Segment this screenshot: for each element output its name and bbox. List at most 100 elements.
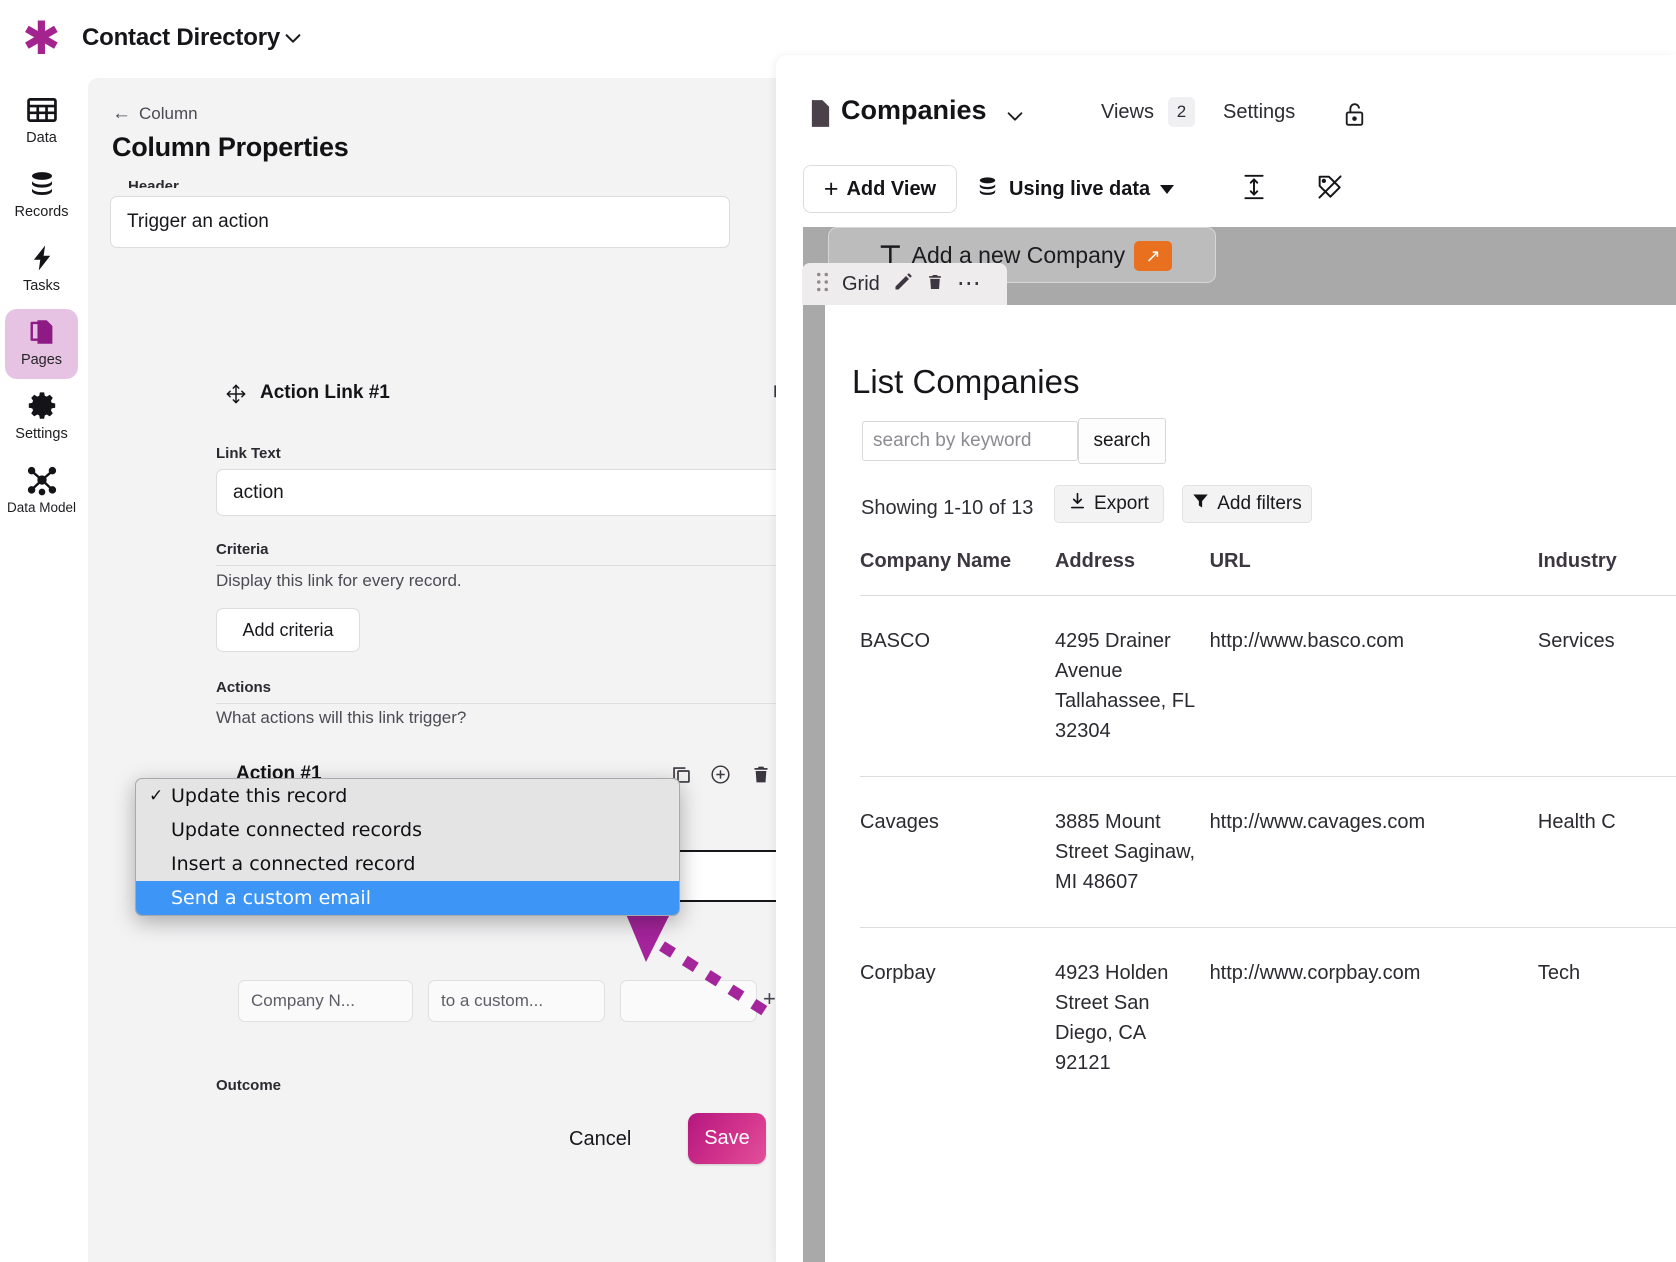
table-row[interactable]: Cavages 3885 Mount Street Saginaw, MI 48…	[860, 777, 1676, 928]
pages-icon	[5, 315, 78, 351]
pencil-icon[interactable]	[893, 272, 913, 297]
column-properties-panel: ←Column Column Properties Header Trigger…	[88, 78, 776, 1262]
cell-company-name: Cavages	[860, 777, 1055, 928]
cell-address: 4923 Holden Street San Diego, CA 92121	[1055, 928, 1210, 1109]
sidebar-label-data: Data	[5, 130, 78, 146]
data-model-icon	[0, 463, 83, 499]
unlock-icon[interactable]	[1342, 100, 1367, 134]
cell-address: 3885 Mount Street Saginaw, MI 48607	[1055, 777, 1210, 928]
outcome-label: Outcome	[216, 1077, 281, 1094]
chevron-down-icon[interactable]	[282, 27, 304, 49]
sidebar-item-records[interactable]: Records	[5, 161, 78, 231]
action-link-title: Action Link #1	[260, 382, 390, 404]
add-new-badge-icon: ↗	[1134, 241, 1172, 271]
lightning-icon	[5, 241, 78, 277]
sidebar-item-tasks[interactable]: Tasks	[5, 235, 78, 305]
list-companies-card: List Companies search by keyword search …	[803, 305, 1676, 1262]
add-filters-label: Add filters	[1217, 493, 1301, 515]
drag-handle-icon[interactable]	[816, 272, 829, 297]
cell-company-name: Corpbay	[860, 928, 1055, 1109]
views-count-badge: 2	[1168, 97, 1195, 127]
chevron-down-icon	[1160, 185, 1174, 194]
filter-icon	[1192, 492, 1209, 516]
export-label: Export	[1094, 493, 1149, 515]
search-input[interactable]: search by keyword	[862, 421, 1078, 461]
settings-tab[interactable]: Settings	[1223, 101, 1295, 124]
page-chevron-down-icon[interactable]	[1004, 105, 1026, 127]
table-row[interactable]: Corpbay 4923 Holden Street San Diego, CA…	[860, 928, 1676, 1109]
sidebar-label-records: Records	[5, 204, 78, 220]
gear-icon	[5, 389, 78, 425]
action-chip-value[interactable]	[620, 980, 757, 1022]
cell-address: 4295 Drainer Avenue Tallahassee, FL 3230…	[1055, 596, 1210, 777]
list-title: List Companies	[852, 363, 1079, 401]
delete-action-icon[interactable]	[751, 764, 771, 790]
sidebar-item-data-model[interactable]: Data Model	[0, 457, 83, 527]
add-action-icon[interactable]	[710, 764, 731, 790]
actions-divider	[216, 703, 798, 704]
back-to-column-link[interactable]: ←Column	[112, 103, 198, 125]
dropdown-option-send-a-custom-email[interactable]: Send a custom email	[136, 881, 679, 915]
asterisk-logo-icon: ✱	[22, 18, 60, 58]
action-chip-operator[interactable]: to a custom...	[428, 980, 605, 1022]
search-button[interactable]: search	[1078, 418, 1166, 464]
add-criteria-button[interactable]: Add criteria	[216, 608, 360, 652]
data-source-dropdown[interactable]: Using live data	[976, 165, 1174, 213]
vertical-resize-icon[interactable]	[1241, 173, 1267, 206]
criteria-divider	[216, 565, 798, 566]
preview-window: Companies Views 2 Settings + Add View	[776, 55, 1676, 1262]
dropdown-option-label: Send a custom email	[171, 887, 371, 909]
criteria-label: Criteria	[216, 541, 269, 558]
action-select-dropdown[interactable]: ✓ Update this record Update connected re…	[135, 778, 680, 916]
add-filters-button[interactable]: Add filters	[1182, 485, 1312, 523]
col-industry: Industry	[1538, 550, 1676, 596]
check-icon: ✓	[149, 779, 163, 813]
export-button[interactable]: Export	[1054, 485, 1164, 523]
no-label-icon[interactable]	[1316, 173, 1344, 206]
plus-icon: +	[824, 175, 839, 204]
sidebar-label-settings: Settings	[5, 426, 78, 442]
dropdown-option-update-this-record[interactable]: ✓ Update this record	[136, 779, 679, 813]
link-text-value: action	[233, 482, 284, 504]
cancel-button[interactable]: Cancel	[569, 1128, 631, 1151]
trash-icon[interactable]	[926, 272, 944, 297]
cell-company-name: BASCO	[860, 596, 1055, 777]
panel-footer: Cancel Save	[88, 1100, 776, 1210]
action-chip-field[interactable]: Company N...	[238, 980, 413, 1022]
table-row[interactable]: BASCO 4295 Drainer Avenue Tallahassee, F…	[860, 596, 1676, 777]
col-url: URL	[1210, 550, 1538, 596]
actions-description: What actions will this link trigger?	[216, 708, 466, 728]
col-address: Address	[1055, 550, 1210, 596]
add-view-button[interactable]: + Add View	[803, 165, 957, 213]
cell-industry: Tech	[1538, 928, 1676, 1109]
dropdown-option-label: Update connected records	[171, 819, 422, 841]
save-button[interactable]: Save	[688, 1113, 766, 1164]
action-chip-operator-label: to a custom...	[441, 991, 543, 1011]
add-action-row-button[interactable]: +	[763, 986, 776, 1012]
ellipsis-icon[interactable]: ⋯	[957, 279, 981, 289]
companies-table: Company Name Address URL Industry BASCO …	[860, 550, 1676, 1108]
actions-label: Actions	[216, 679, 271, 696]
cell-url: http://www.basco.com	[1210, 596, 1538, 777]
drag-move-icon[interactable]	[225, 383, 247, 410]
database-icon	[5, 167, 78, 203]
primary-nav-rail: Data Records Tasks	[0, 78, 83, 1262]
header-field-label: Header	[128, 178, 179, 188]
dropdown-option-insert-a-connected-record[interactable]: Insert a connected record	[136, 847, 679, 881]
link-text-label: Link Text	[216, 445, 281, 462]
header-input[interactable]: Trigger an action	[110, 196, 730, 248]
views-tab[interactable]: Views	[1101, 101, 1154, 124]
download-icon	[1069, 492, 1086, 516]
app-title: Contact Directory	[82, 24, 280, 52]
col-company-name: Company Name	[860, 550, 1055, 596]
sidebar-item-pages[interactable]: Pages	[5, 309, 78, 379]
sidebar-item-data[interactable]: Data	[5, 87, 78, 157]
sidebar-item-settings[interactable]: Settings	[5, 383, 78, 453]
page-title: Column Properties	[112, 132, 348, 163]
arrow-left-icon: ←	[112, 103, 131, 124]
sidebar-label-data-model: Data Model	[0, 500, 83, 515]
page-doc-icon	[809, 99, 832, 133]
cell-url: http://www.corpbay.com	[1210, 928, 1538, 1109]
dropdown-option-update-connected-records[interactable]: Update connected records	[136, 813, 679, 847]
link-text-input[interactable]: action	[216, 469, 798, 516]
